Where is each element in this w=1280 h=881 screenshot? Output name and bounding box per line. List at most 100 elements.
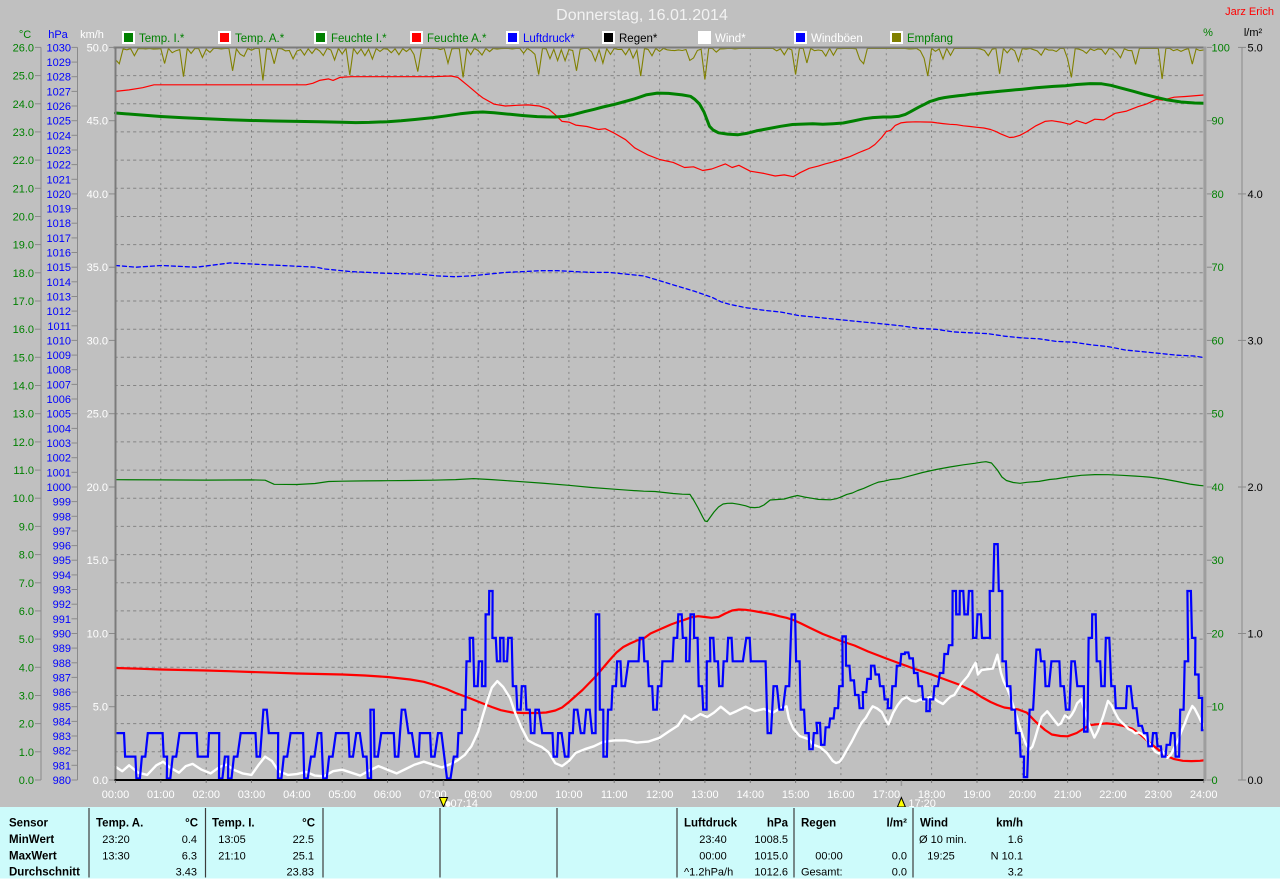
- svg-text:984: 984: [53, 716, 71, 728]
- svg-text:35.0: 35.0: [87, 262, 108, 274]
- svg-text:20.0: 20.0: [87, 482, 108, 494]
- svg-text:23.0: 23.0: [13, 127, 34, 139]
- svg-text:1024: 1024: [47, 130, 71, 142]
- svg-text:0: 0: [1212, 775, 1218, 787]
- svg-text:70: 70: [1212, 262, 1224, 274]
- svg-text:Temp. A.: Temp. A.: [96, 818, 143, 830]
- svg-text:2.0: 2.0: [19, 719, 34, 731]
- svg-text:1025: 1025: [47, 116, 71, 128]
- svg-text:3.2: 3.2: [1008, 867, 1023, 879]
- svg-text:1012.6: 1012.6: [754, 867, 788, 879]
- svg-text:Temp. A.*: Temp. A.*: [235, 33, 285, 45]
- svg-text:km/h: km/h: [80, 29, 104, 41]
- svg-text:1009: 1009: [47, 350, 71, 362]
- svg-text:20:00: 20:00: [1009, 789, 1037, 801]
- svg-text:1014: 1014: [47, 277, 71, 289]
- svg-text:1028: 1028: [47, 72, 71, 84]
- svg-text:1.6: 1.6: [1008, 834, 1023, 846]
- svg-text:MinWert: MinWert: [9, 834, 54, 846]
- svg-text:23.83: 23.83: [286, 867, 314, 879]
- svg-text:25.0: 25.0: [13, 71, 34, 83]
- svg-text:7.0: 7.0: [19, 578, 34, 590]
- svg-text:12.0: 12.0: [13, 437, 34, 449]
- svg-text:Regen*: Regen*: [619, 33, 658, 45]
- svg-text:5.0: 5.0: [1248, 42, 1263, 54]
- svg-text:22.5: 22.5: [293, 834, 314, 846]
- svg-text:1027: 1027: [47, 86, 71, 98]
- svg-text:10:00: 10:00: [555, 789, 583, 801]
- svg-text:40: 40: [1212, 482, 1224, 494]
- svg-text:999: 999: [53, 497, 71, 509]
- svg-text:10.0: 10.0: [87, 629, 108, 641]
- svg-text:90: 90: [1212, 116, 1224, 128]
- svg-text:983: 983: [53, 731, 71, 743]
- svg-text:6.0: 6.0: [19, 606, 34, 618]
- svg-text:9.0: 9.0: [19, 521, 34, 533]
- svg-text:0.0: 0.0: [1248, 775, 1263, 787]
- svg-text:05:00: 05:00: [328, 789, 356, 801]
- svg-text:985: 985: [53, 702, 71, 714]
- svg-text:Feuchte A.*: Feuchte A.*: [427, 33, 487, 45]
- svg-text:Jarz Erich: Jarz Erich: [1225, 6, 1274, 18]
- svg-text:1004: 1004: [47, 423, 71, 435]
- svg-text:hPa: hPa: [48, 29, 68, 41]
- svg-text:°C: °C: [302, 818, 315, 830]
- svg-text:0.0: 0.0: [892, 867, 907, 879]
- svg-text:Gesamt:: Gesamt:: [801, 867, 843, 879]
- svg-text:21:10: 21:10: [218, 851, 246, 863]
- svg-text:1007: 1007: [47, 379, 71, 391]
- svg-text:1002: 1002: [47, 453, 71, 465]
- svg-text:Windböen: Windböen: [811, 33, 863, 45]
- svg-text:26.0: 26.0: [13, 42, 34, 54]
- svg-text:986: 986: [53, 687, 71, 699]
- svg-text:13:05: 13:05: [218, 834, 246, 846]
- svg-text:0.0: 0.0: [93, 775, 108, 787]
- svg-text:12:00: 12:00: [646, 789, 674, 801]
- svg-text:989: 989: [53, 643, 71, 655]
- svg-text:1026: 1026: [47, 101, 71, 113]
- svg-text:23:00: 23:00: [1145, 789, 1173, 801]
- svg-text:02:00: 02:00: [192, 789, 220, 801]
- svg-text:°C: °C: [19, 29, 31, 41]
- svg-text:17:00: 17:00: [873, 789, 901, 801]
- svg-text:50.0: 50.0: [87, 42, 108, 54]
- svg-text:6.3: 6.3: [182, 851, 197, 863]
- svg-text:995: 995: [53, 555, 71, 567]
- svg-text:18.0: 18.0: [13, 268, 34, 280]
- svg-text:60: 60: [1212, 335, 1224, 347]
- svg-text:hPa: hPa: [767, 818, 789, 830]
- svg-text:l/m²: l/m²: [887, 818, 908, 830]
- svg-text:06:00: 06:00: [374, 789, 402, 801]
- svg-text:03:00: 03:00: [238, 789, 266, 801]
- svg-text:5.0: 5.0: [19, 634, 34, 646]
- svg-text:980: 980: [53, 775, 71, 787]
- svg-text:^1.2hPa/h: ^1.2hPa/h: [684, 867, 733, 879]
- svg-text:10.0: 10.0: [13, 493, 34, 505]
- svg-text:13.0: 13.0: [13, 409, 34, 421]
- svg-text:2.0: 2.0: [1248, 482, 1263, 494]
- svg-text:1022: 1022: [47, 160, 71, 172]
- svg-text:50: 50: [1212, 409, 1224, 421]
- svg-text:15.0: 15.0: [13, 352, 34, 364]
- svg-text:1030: 1030: [47, 42, 71, 54]
- svg-text:988: 988: [53, 658, 71, 670]
- svg-text:15.0: 15.0: [87, 555, 108, 567]
- svg-text:Feuchte I.*: Feuchte I.*: [331, 33, 387, 45]
- svg-text:Temp. I.: Temp. I.: [212, 818, 255, 830]
- svg-text:3.43: 3.43: [176, 867, 197, 879]
- svg-text:1.0: 1.0: [19, 747, 34, 759]
- svg-text:1015.0: 1015.0: [754, 851, 788, 863]
- svg-text:1021: 1021: [47, 174, 71, 186]
- svg-text:987: 987: [53, 672, 71, 684]
- svg-text:l/m²: l/m²: [1244, 27, 1263, 39]
- svg-text:15:00: 15:00: [782, 789, 810, 801]
- svg-text:1006: 1006: [47, 394, 71, 406]
- svg-text:0.0: 0.0: [892, 851, 907, 863]
- svg-text:23:40: 23:40: [699, 834, 727, 846]
- svg-text:Luftdruck: Luftdruck: [684, 818, 738, 830]
- svg-text:4.0: 4.0: [1248, 189, 1263, 201]
- svg-text:22.0: 22.0: [13, 155, 34, 167]
- svg-text:Wind*: Wind*: [715, 33, 746, 45]
- svg-text:3.0: 3.0: [19, 691, 34, 703]
- svg-text:45.0: 45.0: [87, 116, 108, 128]
